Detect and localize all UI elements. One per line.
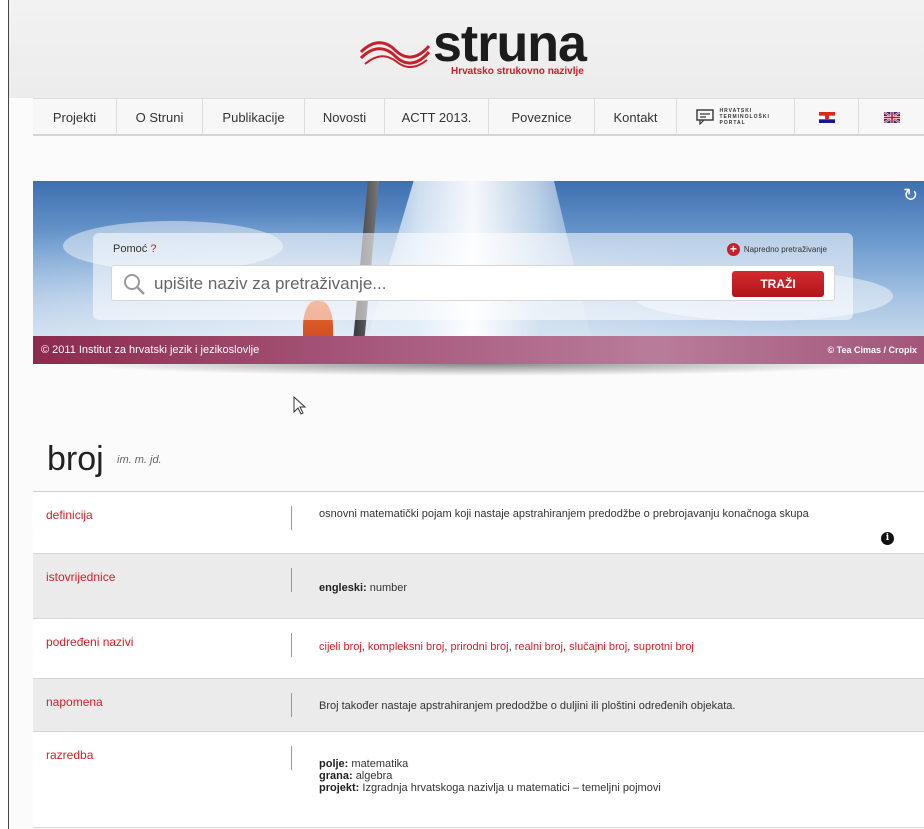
nav-item-projekti[interactable]: Projekti <box>33 99 117 135</box>
row-podredeni-nazivi: podređeni nazivi cijeli broj, kompleksni… <box>33 619 924 679</box>
term-details-table: definicija osnovni matematički pojam koj… <box>33 491 924 828</box>
term-link[interactable]: realni broj <box>515 641 563 653</box>
term-grammar: im. m. jd. <box>117 454 162 466</box>
row-value: engleski: number <box>319 582 408 594</box>
mouse-cursor-icon <box>293 396 307 415</box>
row-napomena: napomena Broj također nastaje apstrahira… <box>33 679 924 732</box>
row-label: razredba <box>46 748 94 762</box>
row-label: istovrijednice <box>46 570 116 584</box>
term-title: broj <box>47 440 104 478</box>
term-link[interactable]: cijeli broj <box>319 641 362 653</box>
row-value: osnovni matematički pojam koji nastaje a… <box>319 508 809 520</box>
search-input[interactable] <box>154 271 714 297</box>
search-panel: Pomoć ? + Napredno pretraživanje TRAŽI <box>93 233 853 320</box>
uk-flag-icon <box>884 111 900 123</box>
portal-icon <box>695 109 714 125</box>
logo-tagline: Hrvatsko strukovno nazivlje <box>451 66 584 77</box>
row-label: napomena <box>46 695 103 709</box>
refresh-icon[interactable]: ↻ <box>903 185 918 206</box>
advanced-search-link[interactable]: + Napredno pretraživanje <box>726 243 827 256</box>
term-link[interactable]: suprotni broj <box>633 641 694 653</box>
row-value: cijeli broj, kompleksni broj, prirodni b… <box>319 641 694 653</box>
nav-item-poveznice[interactable]: Poveznice <box>489 99 595 135</box>
row-razredba: razredba polje: matematika grana: algebr… <box>33 732 924 828</box>
nav-item-publikacije[interactable]: Publikacije <box>203 99 305 135</box>
copyright-text: © 2011 Institut za hrvatski jezik i jezi… <box>41 344 260 356</box>
term-link[interactable]: kompleksni broj <box>368 641 444 653</box>
search-icon <box>124 274 145 295</box>
row-value: Broj također nastaje apstrahiranjem pred… <box>319 700 736 712</box>
nav-item-lang-en[interactable] <box>859 99 924 135</box>
nav-item-o-struni[interactable]: O Struni <box>117 99 203 135</box>
page-frame: struna Hrvatsko strukovno nazivlje Proje… <box>8 0 924 829</box>
info-icon[interactable]: i <box>881 532 894 545</box>
portal-text: HRVATSKI TERMINOLOŠKI PORTAL <box>719 108 770 126</box>
row-value: polje: matematika grana: algebra projekt… <box>319 758 661 794</box>
help-link[interactable]: Pomoć ? <box>113 243 156 255</box>
row-definicija: definicija osnovni matematički pojam koj… <box>33 492 924 554</box>
search-button[interactable]: TRAŽI <box>732 271 824 297</box>
row-label: podređeni nazivi <box>46 635 134 649</box>
photo-credit: © Tea Cimas / Cropix <box>827 345 918 355</box>
nav-item-novosti[interactable]: Novosti <box>305 99 385 135</box>
nav-item-actt[interactable]: ACTT 2013. <box>385 99 489 135</box>
term-link[interactable]: slučajni broj <box>569 641 627 653</box>
row-istovrijednice: istovrijednice engleski: number <box>33 554 924 619</box>
term-link[interactable]: prirodni broj <box>450 641 508 653</box>
croatian-flag-icon <box>818 111 835 123</box>
main-nav: Projekti O Struni Publikacije Novosti AC… <box>33 98 924 136</box>
nav-item-lang-hr[interactable] <box>795 99 859 135</box>
header: struna Hrvatsko strukovno nazivlje <box>9 0 924 98</box>
row-label: definicija <box>46 508 93 522</box>
struna-logo[interactable]: struna Hrvatsko strukovno nazivlje <box>359 15 599 82</box>
nav-item-kontakt[interactable]: Kontakt <box>595 99 677 135</box>
logo-wordmark: struna <box>433 15 587 73</box>
plus-icon: + <box>726 243 740 256</box>
logo-swoosh-icon <box>359 41 431 68</box>
search-box: TRAŽI <box>111 265 835 301</box>
nav-item-terminoloski-portal[interactable]: HRVATSKI TERMINOLOŠKI PORTAL <box>677 99 795 135</box>
hero-banner: ↻ Pomoć ? + Napredno pretraživanje TRAŽI… <box>33 181 924 364</box>
banner-footer: © 2011 Institut za hrvatski jezik i jezi… <box>33 336 924 364</box>
